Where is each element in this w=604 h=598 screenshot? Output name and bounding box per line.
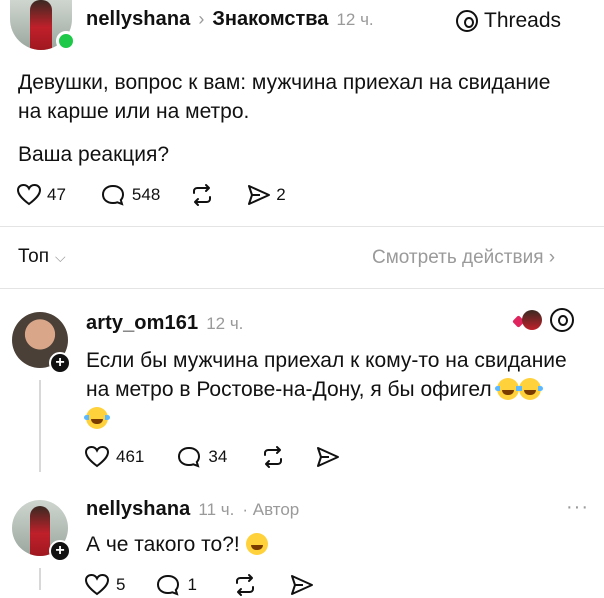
share-icon: [317, 447, 340, 467]
repost-icon: [193, 184, 212, 206]
post-text-line: на карше или на метро.: [18, 100, 250, 123]
heart-icon: [84, 445, 110, 468]
liked-by-author-avatar-icon: [512, 308, 542, 332]
heart-icon: [84, 573, 110, 596]
section-divider: [0, 288, 604, 289]
reply-actions: 5 1: [84, 572, 315, 598]
reply-header: arty_om161 12 ч.: [86, 312, 243, 335]
post-actions: 47 548 2: [16, 182, 286, 208]
reply-time: 11 ч.: [198, 500, 235, 519]
share-count: 2: [276, 185, 286, 204]
like-button[interactable]: 461: [84, 445, 144, 469]
comment-icon: [101, 184, 124, 206]
share-icon: [290, 575, 313, 595]
avatar-photo: [30, 0, 52, 50]
chevron-down-icon: ⌵: [54, 248, 66, 265]
reply-text-line: А че такого то?!: [86, 533, 240, 556]
reply-username[interactable]: nellyshana: [86, 498, 190, 521]
threads-badge[interactable]: Threads: [456, 6, 561, 36]
repost-button[interactable]: [231, 573, 259, 597]
repost-icon: [264, 446, 283, 468]
thread-line: [39, 568, 41, 590]
grinning-emoji-icon: [245, 533, 268, 555]
like-count: 47: [47, 185, 66, 204]
laughing-tears-emoji-icon: [84, 407, 110, 429]
section-divider: [0, 226, 604, 227]
laughing-tears-emoji-icon: [495, 378, 522, 400]
threads-logo-icon: [550, 308, 574, 332]
like-count: 461: [116, 447, 145, 466]
thread-line: [39, 380, 41, 472]
like-count: 5: [116, 575, 126, 594]
more-options-icon[interactable]: ···: [566, 496, 589, 519]
share-button[interactable]: [289, 573, 315, 597]
repost-button[interactable]: [259, 445, 287, 469]
repost-button[interactable]: [188, 183, 216, 207]
reply-text-line: Если бы мужчина приехал к кому-то на сви…: [86, 349, 567, 372]
reply-actions: 461 34: [84, 444, 341, 470]
follow-plus-icon[interactable]: +: [49, 352, 71, 374]
comment-count: 34: [208, 447, 228, 466]
post-username[interactable]: nellyshana: [86, 8, 190, 31]
post-time: 12 ч.: [336, 10, 374, 29]
reply-meta-icons: [512, 308, 574, 332]
laughing-tears-emoji-icon: [517, 378, 544, 400]
reply-username[interactable]: arty_om161: [86, 312, 198, 335]
sort-label: Топ: [18, 246, 49, 267]
post-body: Девушки, вопрос к вам: мужчина приехал н…: [18, 68, 598, 126]
comment-button[interactable]: 34: [176, 445, 227, 469]
author-label: · Автор: [242, 500, 300, 519]
repost-icon: [235, 574, 254, 596]
share-button[interactable]: [315, 445, 341, 469]
post-question: Ваша реакция?: [18, 143, 170, 166]
share-icon: [248, 185, 271, 205]
sort-dropdown[interactable]: Топ ⌵: [18, 246, 66, 268]
reply-header: nellyshana 11 ч. · Автор: [86, 498, 299, 521]
breadcrumb-separator: ›: [198, 9, 205, 29]
post-text-line: Девушки, вопрос к вам: мужчина приехал н…: [18, 71, 551, 94]
comment-button[interactable]: 548: [100, 183, 160, 207]
like-button[interactable]: 5: [84, 573, 125, 597]
comment-icon: [178, 446, 201, 468]
reply-body: А че такого то?!: [86, 530, 268, 559]
reply-body: Если бы мужчина приехал к кому-то на сви…: [84, 346, 601, 433]
comment-count: 1: [187, 575, 197, 594]
post-section-link[interactable]: Знакомства: [212, 8, 328, 31]
view-activity-link[interactable]: Смотреть действия ›: [372, 247, 555, 269]
comment-count: 548: [131, 185, 161, 204]
like-button[interactable]: 47: [16, 183, 66, 207]
share-button[interactable]: 2: [246, 183, 286, 207]
heart-icon: [16, 183, 42, 206]
reply-text-line: на метро в Ростове-на-Дону, я бы офигел: [86, 378, 492, 401]
comment-button[interactable]: 1: [155, 573, 197, 597]
post-header: nellyshana › Знакомства 12 ч.: [86, 8, 374, 34]
threads-label: Threads: [484, 9, 562, 32]
avatar-photo: [30, 506, 50, 556]
online-status-dot: [56, 31, 76, 51]
follow-plus-icon[interactable]: +: [49, 540, 71, 562]
threads-logo-icon: [456, 10, 478, 32]
reply-time: 12 ч.: [206, 314, 244, 333]
comment-icon: [157, 574, 180, 596]
